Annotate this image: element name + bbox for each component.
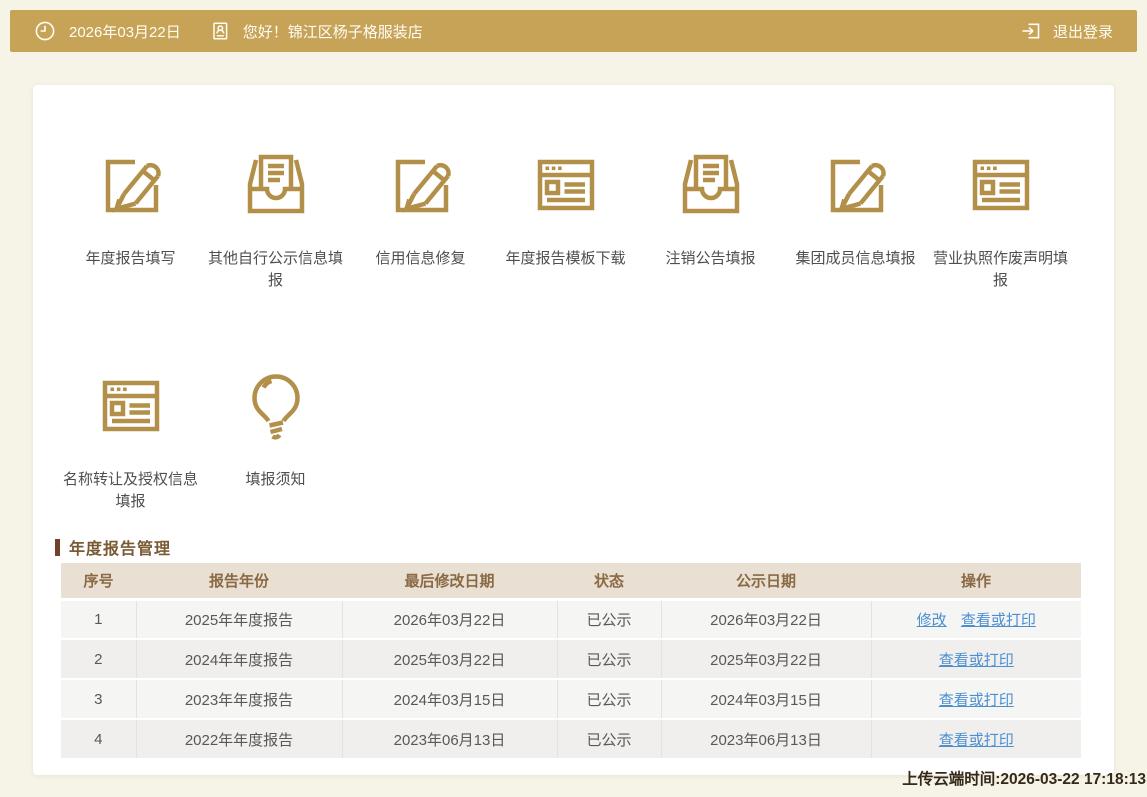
col-last-modified: 最后修改日期 <box>342 563 557 599</box>
cell-status: 已公示 <box>557 599 661 639</box>
cell-publish-date: 2026年03月22日 <box>661 599 871 639</box>
cell-index: 4 <box>61 719 136 759</box>
table-row: 1 2025年年度报告 2026年03月22日 已公示 2026年03月22日 … <box>61 599 1081 639</box>
cell-report-year: 2023年年度报告 <box>136 679 342 719</box>
cell-operations: 查看或打印 <box>871 639 1081 679</box>
col-report-year: 报告年份 <box>136 563 342 599</box>
current-date: 2026年03月22日 <box>69 21 181 42</box>
cell-operations: 修改 查看或打印 <box>871 599 1081 639</box>
view-print-link[interactable]: 查看或打印 <box>939 732 1014 749</box>
section-title: 年度报告管理 <box>69 535 171 559</box>
cell-last-modified: 2026年03月22日 <box>342 599 557 639</box>
tile-label: 年度报告模板下载 <box>504 248 626 270</box>
template-icon <box>965 149 1037 221</box>
tile-credit-repair[interactable]: 信用信息修复 <box>348 149 493 292</box>
clock-icon <box>34 20 56 42</box>
table-row: 4 2022年年度报告 2023年06月13日 已公示 2023年06月13日 … <box>61 719 1081 759</box>
cell-status: 已公示 <box>557 719 661 759</box>
tile-annual-report-template-download[interactable]: 年度报告模板下载 <box>493 149 638 292</box>
cell-index: 1 <box>61 599 136 639</box>
col-operations: 操作 <box>871 563 1081 599</box>
col-status: 状态 <box>557 563 661 599</box>
user-badge-icon <box>209 20 231 42</box>
tile-license-invalidation-declaration[interactable]: 营业执照作废声明填报 <box>928 149 1073 292</box>
tile-label: 名称转让及授权信息填报 <box>58 469 203 513</box>
cell-last-modified: 2023年06月13日 <box>342 719 557 759</box>
cell-publish-date: 2025年03月22日 <box>661 639 871 679</box>
tile-filing-instructions[interactable]: 填报须知 <box>203 370 348 513</box>
tile-label: 信用信息修复 <box>374 248 466 270</box>
cell-publish-date: 2023年06月13日 <box>661 719 871 759</box>
function-grid: 年度报告填写 其他自行公示信息填报 <box>58 149 1078 513</box>
col-publish-date: 公示日期 <box>661 563 871 599</box>
inbox-icon <box>675 149 747 221</box>
user-greeting: 您好！锦江区杨子格服装店 <box>243 21 423 42</box>
section-title-row: 年度报告管理 <box>55 535 171 559</box>
cell-last-modified: 2025年03月22日 <box>342 639 557 679</box>
cell-report-year: 2022年年度报告 <box>136 719 342 759</box>
tile-other-publicity-info[interactable]: 其他自行公示信息填报 <box>203 149 348 292</box>
table-header-row: 序号 报告年份 最后修改日期 状态 公示日期 操作 <box>61 563 1081 599</box>
cell-status: 已公示 <box>557 679 661 719</box>
cell-report-year: 2025年年度报告 <box>136 599 342 639</box>
tile-cancellation-notice[interactable]: 注销公告填报 <box>638 149 783 292</box>
cell-report-year: 2024年年度报告 <box>136 639 342 679</box>
tile-label: 注销公告填报 <box>664 248 756 270</box>
logout-button[interactable]: 退出登录 <box>1019 20 1113 42</box>
cell-status: 已公示 <box>557 639 661 679</box>
view-print-link[interactable]: 查看或打印 <box>961 612 1036 629</box>
cell-operations: 查看或打印 <box>871 719 1081 759</box>
modify-link[interactable]: 修改 <box>917 612 947 629</box>
logout-icon <box>1019 20 1043 42</box>
cell-index: 2 <box>61 639 136 679</box>
view-print-link[interactable]: 查看或打印 <box>939 652 1014 669</box>
topbar: 2026年03月22日 您好！锦江区杨子格服装店 退出登录 <box>10 10 1137 52</box>
cell-index: 3 <box>61 679 136 719</box>
table-row: 2 2024年年度报告 2025年03月22日 已公示 2025年03月22日 … <box>61 639 1081 679</box>
cell-last-modified: 2024年03月15日 <box>342 679 557 719</box>
template-icon <box>95 370 167 442</box>
main-panel: 年度报告填写 其他自行公示信息填报 <box>33 85 1114 775</box>
col-index: 序号 <box>61 563 136 599</box>
tile-label: 其他自行公示信息填报 <box>203 248 348 292</box>
tile-label: 集团成员信息填报 <box>794 248 916 270</box>
tile-label: 填报须知 <box>244 469 306 491</box>
tile-label: 年度报告填写 <box>84 248 176 270</box>
upload-time: 上传云端时间:2026-03-22 17:18:13 <box>902 767 1146 789</box>
tile-annual-report-fill[interactable]: 年度报告填写 <box>58 149 203 292</box>
tile-label: 营业执照作废声明填报 <box>928 248 1073 292</box>
section-marker <box>55 539 60 556</box>
edit-icon <box>95 149 167 221</box>
annual-report-table: 序号 报告年份 最后修改日期 状态 公示日期 操作 1 2025年年度报告 20… <box>61 563 1081 760</box>
cell-publish-date: 2024年03月15日 <box>661 679 871 719</box>
logout-label: 退出登录 <box>1053 21 1113 42</box>
template-icon <box>530 149 602 221</box>
cell-operations: 查看或打印 <box>871 679 1081 719</box>
view-print-link[interactable]: 查看或打印 <box>939 692 1014 709</box>
edit-icon <box>820 149 892 221</box>
edit-icon <box>385 149 457 221</box>
table-row: 3 2023年年度报告 2024年03月15日 已公示 2024年03月15日 … <box>61 679 1081 719</box>
tile-name-transfer-authorization[interactable]: 名称转让及授权信息填报 <box>58 370 203 513</box>
inbox-icon <box>240 149 312 221</box>
tile-group-member-info[interactable]: 集团成员信息填报 <box>783 149 928 292</box>
bulb-icon <box>240 370 312 442</box>
